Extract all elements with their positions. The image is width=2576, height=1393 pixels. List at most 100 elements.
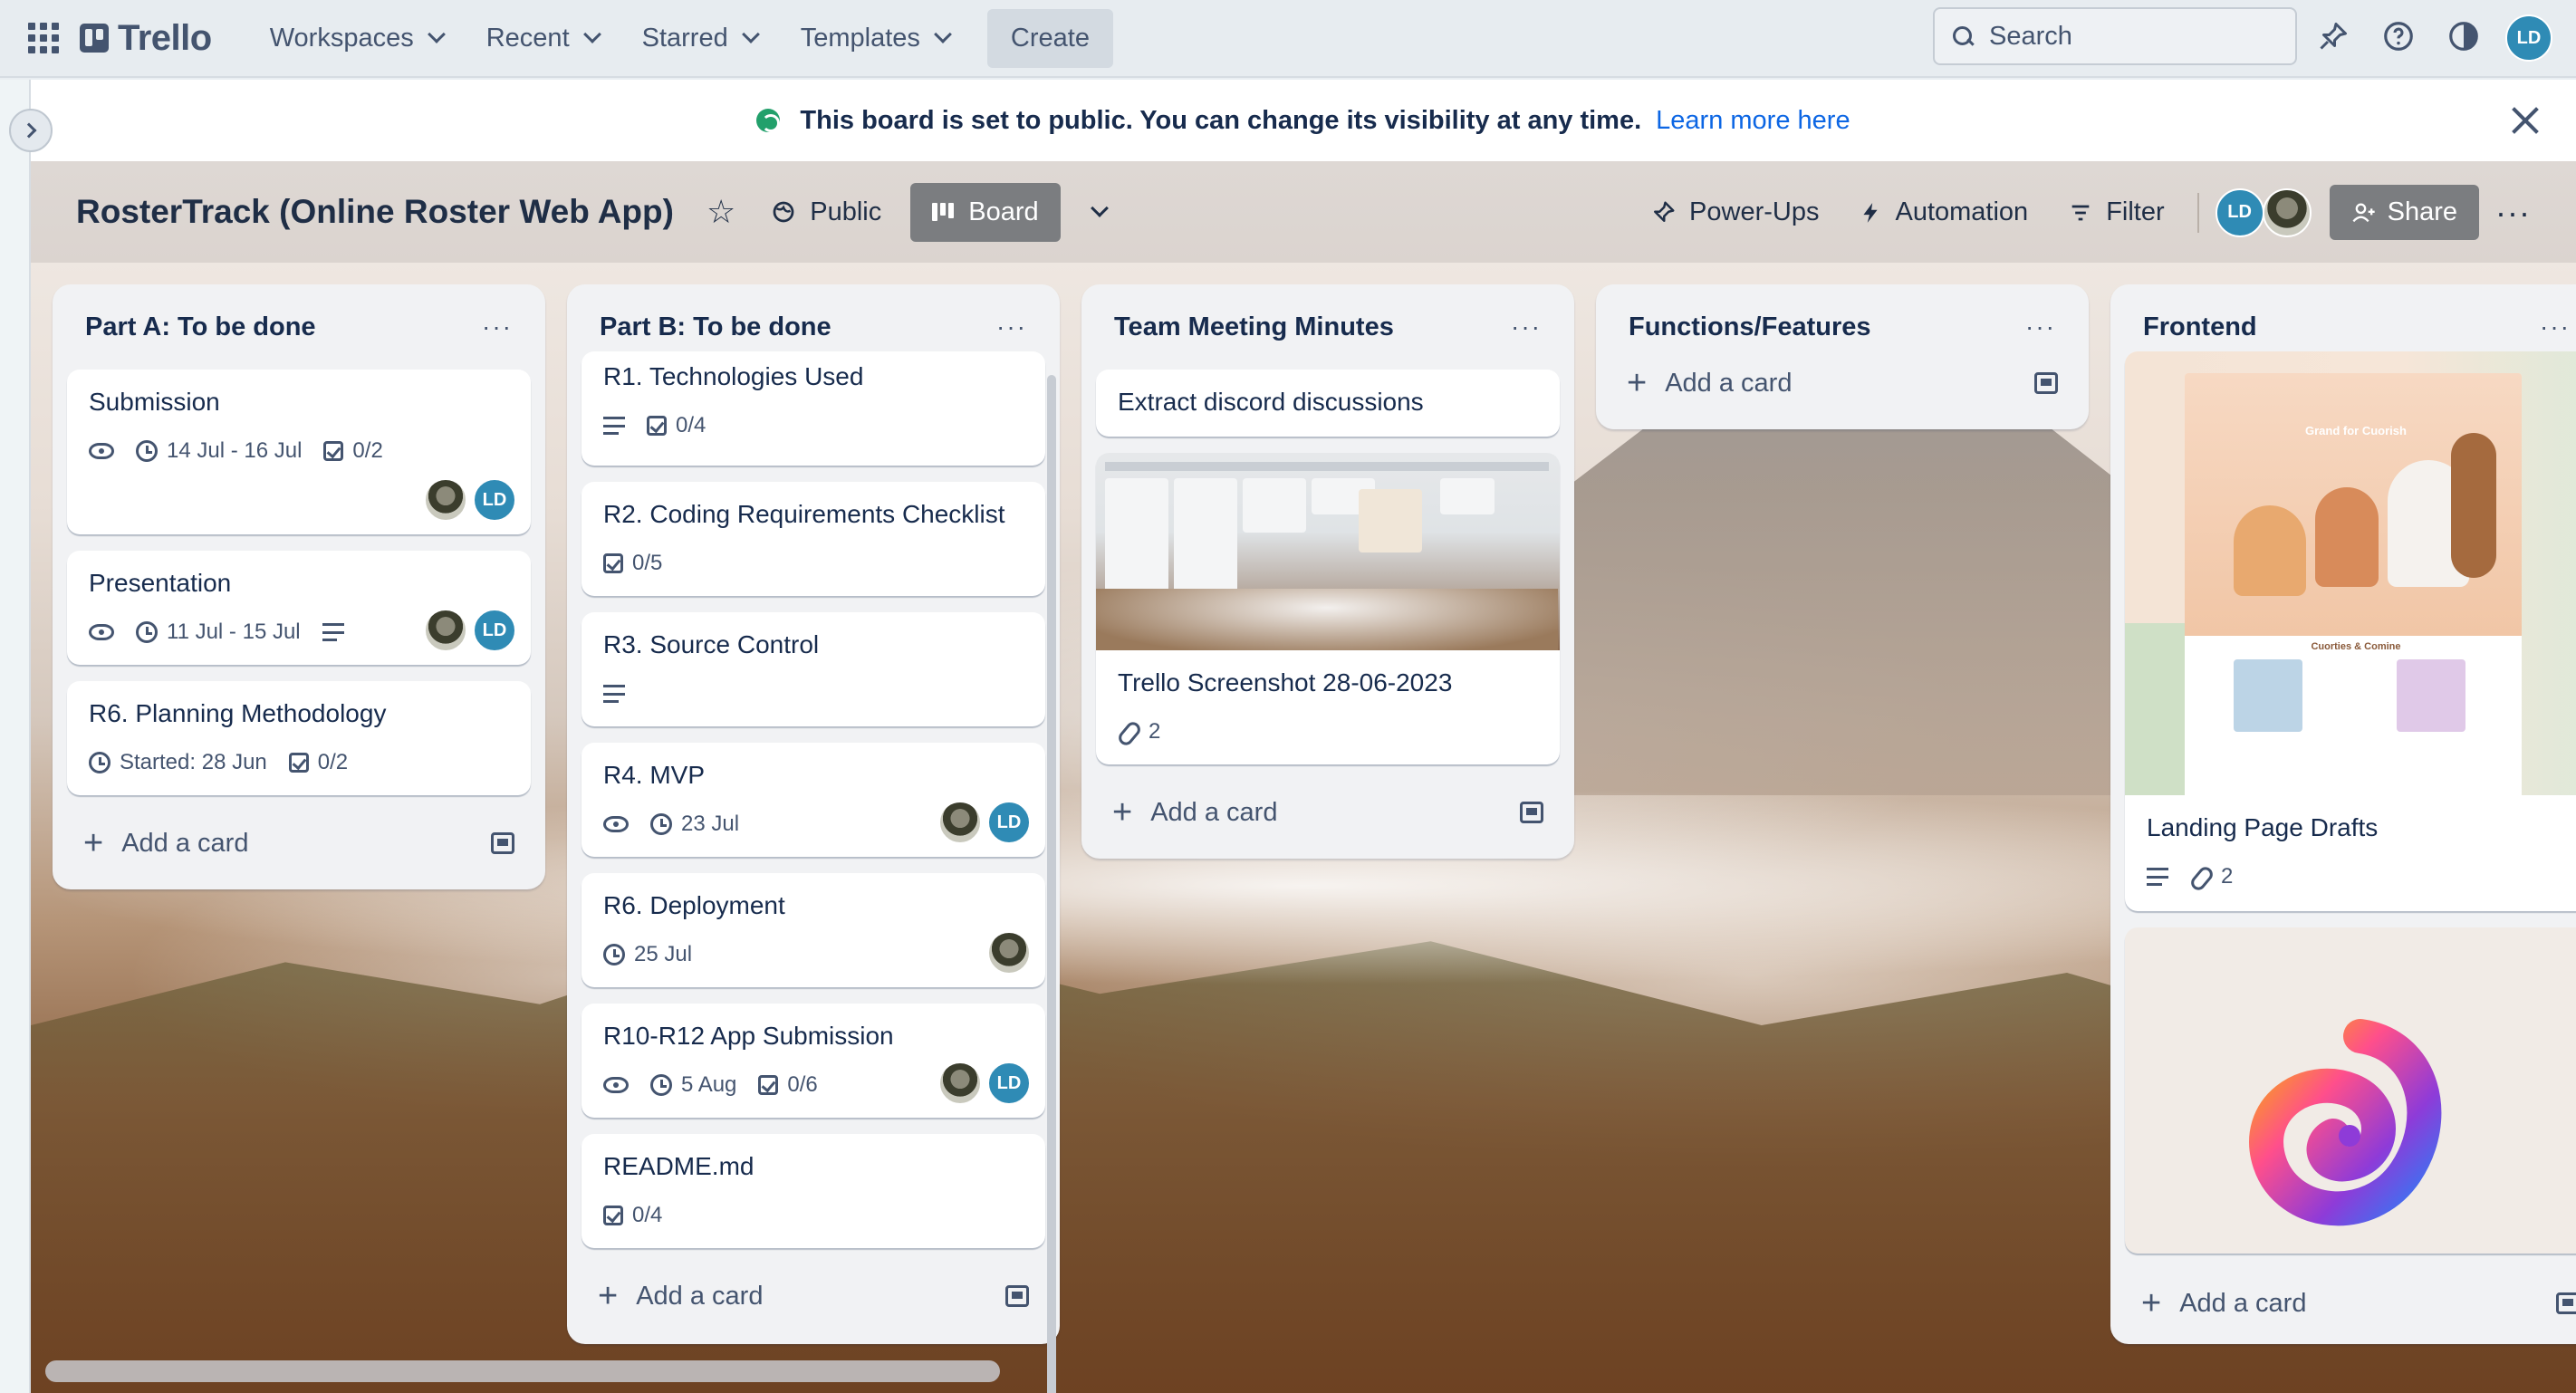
add-card-button[interactable]: + Add a card [2141, 1286, 2306, 1321]
card-planning-methodology[interactable]: R6. Planning Methodology Started: 28 Jun… [67, 681, 531, 795]
card-app-submission[interactable]: R10-R12 App Submission 5 Aug 0/6 LD [582, 1004, 1045, 1118]
card-template-icon[interactable] [1520, 802, 1543, 823]
card-template-icon[interactable] [491, 832, 514, 854]
add-card-button[interactable]: + Add a card [83, 826, 248, 860]
checklist-count: 0/4 [676, 413, 706, 438]
member-avatar-ld[interactable]: LD [473, 609, 516, 652]
sidebar-expand-button[interactable] [9, 109, 53, 152]
board-member-avatar-ld[interactable]: LD [2215, 187, 2264, 237]
board-view-label: Board [968, 197, 1039, 226]
member-avatar-photo[interactable] [938, 1062, 982, 1105]
automation-label: Automation [1895, 197, 2029, 226]
card-landing-page-drafts[interactable]: Grand for Cuorish Cuorties & Comine Land… [2125, 351, 2576, 911]
create-button[interactable]: Create [986, 8, 1113, 68]
member-avatar-photo[interactable] [987, 931, 1031, 975]
board-member-avatar-photo[interactable] [2262, 187, 2312, 237]
member-avatar-ld[interactable]: LD [473, 478, 516, 522]
watch-icon [603, 816, 629, 833]
card-source-control[interactable]: R3. Source Control [582, 612, 1045, 726]
user-avatar[interactable]: LD [2505, 14, 2552, 62]
share-button[interactable]: Share [2329, 185, 2480, 240]
card-readme[interactable]: README.md 0/4 [582, 1134, 1045, 1248]
card-extract-discord[interactable]: Extract discord discussions [1096, 370, 1560, 437]
card-deployment[interactable]: R6. Deployment 25 Jul [582, 873, 1045, 987]
card-title: README.md [603, 1152, 755, 1180]
board-menu-icon[interactable]: ··· [2486, 194, 2540, 232]
checklist-count: 0/2 [352, 438, 383, 464]
workspaces-menu[interactable]: Workspaces [248, 11, 465, 66]
card-mvp[interactable]: R4. MVP 23 Jul LD [582, 743, 1045, 857]
starred-label: Starred [641, 23, 728, 53]
list-menu-icon[interactable]: ··· [1511, 312, 1542, 341]
list-title[interactable]: Part B: To be done [600, 312, 831, 342]
card-template-icon[interactable] [2556, 1292, 2576, 1314]
attachments-count: 2 [2221, 864, 2234, 889]
add-card-button[interactable]: + Add a card [598, 1279, 763, 1313]
list-menu-icon[interactable]: ··· [2540, 312, 2571, 341]
star-icon[interactable]: ☆ [706, 193, 735, 231]
board-header: RosterTrack (Online Roster Web App) ☆ Pu… [31, 161, 2576, 263]
checklist-count: 0/4 [632, 1203, 663, 1228]
templates-menu[interactable]: Templates [779, 11, 971, 66]
board-view-button[interactable]: Board [910, 182, 1061, 242]
add-card-label: Add a card [1665, 368, 1793, 398]
card-template-icon[interactable] [2034, 372, 2058, 394]
due-date-badge[interactable]: 23 Jul [650, 812, 739, 837]
member-avatar-photo[interactable] [424, 478, 467, 522]
due-date-badge[interactable]: 25 Jul [603, 942, 692, 967]
filter-icon [2071, 205, 2090, 220]
member-avatar-ld[interactable]: LD [987, 801, 1031, 844]
filter-button[interactable]: Filter [2052, 183, 2180, 242]
help-icon[interactable] [2380, 18, 2417, 54]
close-icon[interactable] [2509, 103, 2542, 136]
list-title[interactable]: Team Meeting Minutes [1114, 312, 1394, 342]
view-switcher-button[interactable] [1072, 195, 1122, 229]
member-avatar-ld[interactable]: LD [987, 1062, 1031, 1105]
list-title[interactable]: Frontend [2143, 312, 2257, 342]
card-trello-screenshot[interactable]: Trello Screenshot 28-06-2023 2 [1096, 453, 1560, 764]
board-horizontal-scrollbar[interactable] [45, 1360, 1000, 1382]
due-date-badge[interactable]: 14 Jul - 16 Jul [136, 438, 302, 464]
list-menu-icon[interactable]: ··· [482, 312, 513, 341]
recent-menu[interactable]: Recent [465, 11, 620, 66]
list-scrollbar[interactable] [1047, 375, 1056, 1393]
card-template-icon[interactable] [1005, 1285, 1029, 1307]
list-title[interactable]: Functions/Features [1629, 312, 1871, 342]
card-submission[interactable]: Submission 14 Jul - 16 Jul 0/2 LD [67, 370, 531, 534]
board-title[interactable]: RosterTrack (Online Roster Web App) [76, 193, 674, 231]
card-title: R1. Technologies Used [603, 362, 864, 390]
learn-more-link[interactable]: Learn more here [1656, 106, 1850, 136]
card-logo-image[interactable] [2125, 927, 2576, 1254]
add-card-row: + Add a card [1610, 351, 2074, 415]
starred-menu[interactable]: Starred [620, 11, 779, 66]
due-date-badge[interactable]: 11 Jul - 15 Jul [136, 620, 301, 645]
list-title[interactable]: Part A: To be done [85, 312, 316, 342]
board-view-icon [932, 203, 956, 221]
search-input[interactable]: Search [1933, 7, 2297, 65]
swirl-logo-image [2249, 1019, 2442, 1226]
member-avatar-photo[interactable] [938, 801, 982, 844]
automation-button[interactable]: Automation [1842, 183, 2044, 242]
trello-logo[interactable]: Trello [80, 18, 212, 59]
notifications-icon[interactable] [2315, 18, 2351, 54]
card-presentation[interactable]: Presentation 11 Jul - 15 Jul LD [67, 551, 531, 665]
add-card-button[interactable]: + Add a card [1627, 366, 1792, 400]
trello-logo-text: Trello [118, 17, 212, 58]
app-switcher-icon[interactable] [27, 22, 60, 54]
card-title: R6. Deployment [603, 891, 785, 919]
add-card-button[interactable]: + Add a card [1112, 795, 1277, 830]
member-avatar-photo[interactable] [424, 609, 467, 652]
card-technologies-used[interactable]: R1. Technologies Used 0/4 [582, 351, 1045, 466]
due-date-text: 14 Jul - 16 Jul [167, 438, 303, 464]
list-menu-icon[interactable]: ··· [2025, 312, 2056, 341]
globe-icon [773, 201, 794, 223]
workspaces-label: Workspaces [269, 23, 414, 53]
power-ups-button[interactable]: Power-Ups [1633, 183, 1835, 242]
visibility-button[interactable]: Public [754, 183, 898, 242]
due-date-badge[interactable]: 5 Aug [650, 1072, 736, 1098]
cover-heading: Grand for Cuorish [2305, 424, 2407, 437]
due-date-text: 25 Jul [634, 942, 693, 967]
theme-toggle-icon[interactable] [2446, 18, 2482, 54]
card-coding-requirements[interactable]: R2. Coding Requirements Checklist 0/5 [582, 482, 1045, 596]
list-menu-icon[interactable]: ··· [996, 312, 1027, 341]
